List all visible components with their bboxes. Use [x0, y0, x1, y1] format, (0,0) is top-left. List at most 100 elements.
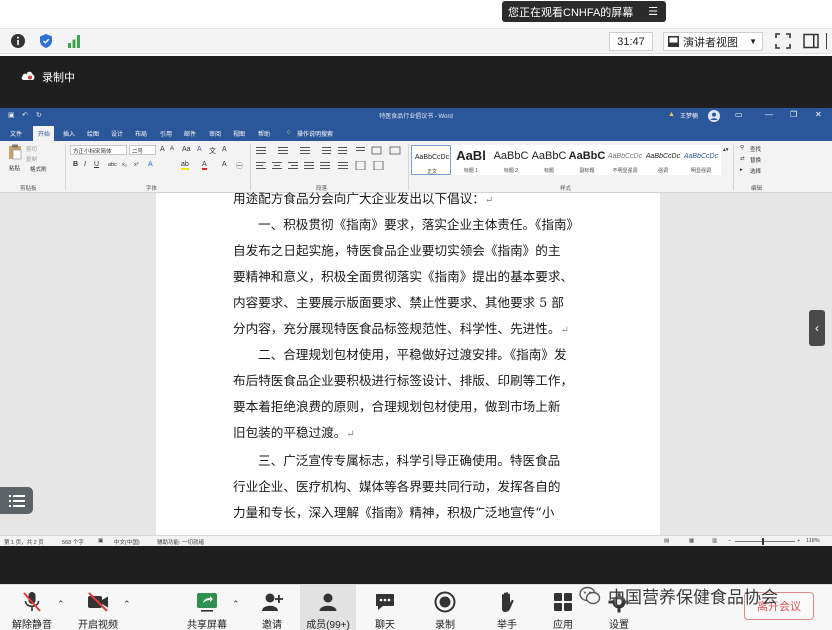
style-intense-emphasis: AaBbCcDc 明显强调 [681, 145, 721, 175]
sidebar-toggle-icon[interactable] [803, 33, 819, 49]
font-size-value: 二号 [132, 149, 144, 155]
organization-watermark: 中国营养保健食品协会 [608, 588, 778, 608]
tab-insert: 插入 [63, 132, 76, 138]
shield-icon[interactable] [38, 33, 54, 49]
fullscreen-icon[interactable] [775, 33, 791, 49]
font-color-icon: A [202, 161, 207, 170]
grid-view-icon [668, 36, 679, 47]
status-zoom: 118% [806, 538, 820, 544]
style-heading-2: AaBbC 标题 2 [491, 145, 531, 175]
doc-line: 分内容，充分展现特医食品标签规范性、科学性、先进性。↵ [233, 316, 583, 344]
side-panel-handle[interactable]: ‹ [809, 310, 825, 346]
zoom-out-icon: − [728, 538, 732, 544]
share-screen-icon [197, 593, 217, 612]
share-banner[interactable]: 您正在观看CNHFA的屏幕 ☰ [502, 1, 666, 22]
style-sample: AaBbC [493, 150, 529, 162]
return-mark-icon: ↵ [346, 429, 355, 440]
recording-label: 录制中 [42, 72, 75, 84]
members-button[interactable]: 成员(99+) [300, 585, 356, 630]
doc-line-text: 二、合理规划包材使用，平稳做好过渡安排。《指南》发 [258, 347, 567, 362]
invite-button[interactable]: 邀请 [250, 585, 294, 630]
video-off-icon [88, 592, 108, 612]
style-name: 不明显强调 [612, 168, 638, 174]
share-screen-button[interactable]: 共享屏幕 [182, 585, 232, 630]
chevron-left-icon: ‹ [815, 321, 819, 335]
status-accessibility: 辅助功能: 一切就绪 [157, 540, 205, 546]
shared-word-window: ▣ ↶ ↻ 特医食品行业倡议书 - Word ▲ 王梦楠 ▭ — ❐ ✕ 文件 … [0, 108, 832, 546]
styles-scroll-icon: ▴▾ [723, 147, 729, 153]
wechat-icon [579, 586, 601, 605]
font-name-box: 方正小标宋简体 [70, 145, 127, 155]
cloud-record-icon [21, 71, 35, 80]
underline-icon: U [94, 161, 100, 168]
minimize-icon: — [765, 110, 773, 119]
doc-line-text: 分内容，充分展现特医食品标签规范性、科学性、先进性。 [233, 321, 561, 336]
mic-muted-icon [23, 592, 41, 612]
find-icon: ⚲ [740, 145, 745, 151]
info-icon[interactable] [10, 33, 26, 49]
document-area: 用途配方食品分会向广大企业发出以下倡议：↵ 一、积极贯彻《指南》要求，落实企业主… [0, 191, 832, 535]
style-sample: AaBbCcDc [607, 153, 643, 160]
meeting-top-toolbar: 31:47 演讲者视图 ▼ [0, 28, 832, 54]
style-name: 副标题 [579, 168, 595, 174]
chevron-up-icon[interactable]: ⌃ [232, 599, 240, 610]
ribbon-separator [65, 144, 66, 190]
view-mode-select[interactable]: 演讲者视图 ▼ [663, 32, 763, 51]
change-case-icon: Aa [182, 146, 191, 153]
doc-line: 布后特医食品企业要积极进行标签设计、排版、印刷等工作， [233, 368, 583, 394]
signal-icon[interactable] [66, 33, 82, 49]
doc-line: 行业企业、医疗机构、媒体等各界要共同行动，发挥各自的 [233, 474, 583, 500]
ribbon-separator [733, 144, 734, 190]
zoom-in-icon: + [797, 538, 801, 544]
style-name: 正文 [426, 169, 437, 175]
doc-line: 要精神和意义，积极全面贯彻落实《指南》提出的基本要求、 [233, 264, 583, 290]
style-sample: AaBbC [531, 150, 567, 162]
maximize-icon: ❐ [790, 110, 798, 119]
phonetic-guide-icon: 文 [209, 148, 216, 155]
read-mode-icon: ▤ [664, 538, 670, 544]
invite-label: 邀请 [262, 620, 282, 630]
style-name: 标题 [543, 168, 554, 174]
doc-line: 一、积极贯彻《指南》要求，落实企业主体责任。《指南》 [233, 212, 583, 238]
raise-hand-label: 举手 [497, 620, 517, 630]
list-view-button[interactable] [0, 487, 33, 514]
tab-references: 引用 [160, 132, 173, 138]
members-label: 成员(99+) [306, 620, 350, 630]
chevron-up-icon[interactable]: ⌃ [57, 599, 65, 610]
tab-layout: 布局 [135, 132, 148, 138]
proofing-icon: ▣ [98, 538, 104, 544]
start-video-button[interactable]: 开启视频 [74, 585, 122, 630]
style-sample: AaBbCcDc [645, 153, 681, 160]
format-painter-label: 格式刷 [30, 167, 47, 173]
highlight-icon: ab [181, 161, 189, 170]
doc-line: 二、合理规划包材使用，平稳做好过渡安排。《指南》发 [233, 342, 583, 368]
zoom-slider-track [735, 541, 795, 542]
doc-line-text: 行业企业、医疗机构、媒体等各界要共同行动，发挥各自的 [233, 479, 561, 494]
word-title-bar: ▣ ↶ ↻ 特医食品行业倡议书 - Word ▲ 王梦楠 ▭ — ❐ ✕ [0, 108, 832, 125]
unmute-button[interactable]: 解除静音 [8, 585, 56, 630]
menu-icon[interactable]: ☰ [648, 5, 658, 18]
share-screen-label: 共享屏幕 [187, 620, 227, 630]
doc-line-text: 内容要求、主要展示版面要求、禁止性要求、其他要求 5 部 [233, 295, 564, 310]
tab-review: 审阅 [209, 132, 222, 138]
list-icon [8, 494, 25, 507]
style-sample: AaBbC [568, 150, 606, 162]
zoom-slider-thumb [762, 538, 764, 545]
print-layout-icon: ▦ [689, 538, 695, 544]
ribbon-separator [250, 144, 251, 190]
style-subtle-emphasis: AaBbCcDc 不明显强调 [605, 145, 645, 175]
doc-line-text: 旧包装的平稳过渡。 [233, 425, 347, 440]
ribbon-separator [408, 144, 409, 190]
chat-button[interactable]: 聊天 [362, 585, 408, 630]
cut-label: 剪切 [26, 147, 38, 153]
doc-line-text: 要本着拒绝浪费的原则，合理规划包材使用，做到市场上新 [233, 399, 561, 414]
italic-icon: I [84, 161, 86, 168]
chevron-up-icon[interactable]: ⌃ [123, 599, 131, 610]
doc-line-text: 要精神和意义，积极全面贯彻落实《指南》提出的基本要求、 [233, 269, 574, 284]
start-video-label: 开启视频 [78, 620, 118, 630]
panel-edge [826, 33, 832, 49]
status-words: 568 个字 [62, 540, 84, 546]
raise-hand-button[interactable]: 举手 [484, 585, 530, 630]
font-group-label: 字体 [146, 186, 158, 192]
record-button[interactable]: 录制 [422, 585, 468, 630]
